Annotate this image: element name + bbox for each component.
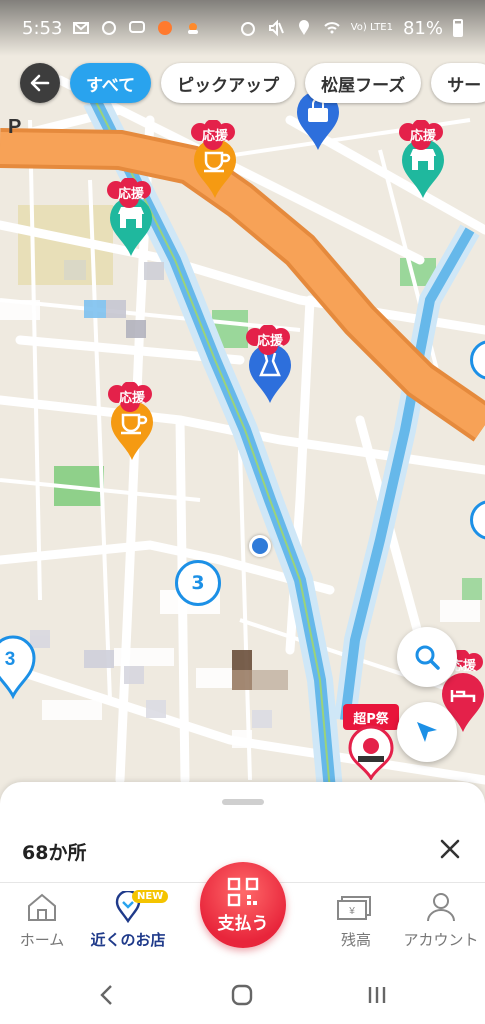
ouen-label: 応援	[201, 129, 228, 144]
search-fab[interactable]	[397, 627, 457, 687]
pay-label: 支払う	[217, 913, 269, 934]
account-icon	[427, 893, 455, 922]
close-icon	[440, 839, 460, 859]
sheet-drag-handle[interactable]	[222, 799, 264, 805]
qr-code-icon	[227, 877, 259, 906]
ouen-label: 応援	[409, 129, 436, 144]
filter-chip-matsuya[interactable]: 松屋フーズ	[305, 63, 422, 103]
status-right: Vo) LTE1 81%	[239, 18, 463, 39]
tab-nearby[interactable]: NEW 近くのお店	[83, 890, 173, 961]
close-sheet-button[interactable]	[436, 835, 464, 863]
store-pin-cafe[interactable]: 応援	[107, 382, 157, 460]
navigation-arrow-icon	[417, 722, 437, 742]
store-pin-shop[interactable]: 応援	[398, 120, 448, 198]
current-location-dot	[249, 535, 271, 557]
new-badge: NEW	[132, 890, 169, 903]
system-home-button[interactable]	[227, 980, 257, 1010]
back-arrow-icon	[30, 74, 50, 92]
pay-button[interactable]: 支払う	[200, 862, 286, 948]
tab-balance[interactable]: ¥ 残高	[311, 891, 401, 961]
store-pin-shop[interactable]: 応援	[106, 178, 156, 256]
wifi-icon	[324, 22, 340, 34]
wallet-cash-icon: ¥	[337, 896, 371, 920]
tab-account[interactable]: アカウント	[396, 891, 485, 961]
mute-icon	[268, 19, 284, 37]
map-view[interactable]: P 応援 応援 応援 応援 応援 応援 3 3 超P祭	[0, 0, 485, 800]
home-icon	[28, 893, 56, 921]
search-icon	[415, 645, 440, 670]
svg-text:¥: ¥	[348, 906, 355, 917]
cluster-count: 3	[191, 572, 205, 594]
status-left: 5:53	[22, 18, 202, 39]
store-pin-promo[interactable]	[346, 724, 396, 780]
battery-percent: 81%	[402, 17, 443, 39]
store-pin-cafe[interactable]: 応援	[190, 120, 240, 198]
ouen-label: 応援	[256, 334, 283, 349]
home-square-icon	[231, 984, 253, 1006]
filter-chip-all[interactable]: すべて	[70, 63, 152, 103]
system-recents-button[interactable]	[362, 980, 392, 1010]
system-back-button[interactable]	[92, 980, 122, 1010]
svg-text:P: P	[8, 116, 21, 138]
store-pin-dress[interactable]: 応援	[245, 325, 295, 403]
filter-chip-row: すべて ピックアップ 松屋フーズ サー	[20, 62, 485, 104]
cluster-marker[interactable]: 3	[175, 560, 221, 606]
alarm-icon	[240, 22, 255, 36]
tab-balance-label: 残高	[340, 931, 371, 949]
app-notification-icon	[158, 21, 173, 35]
ouen-label: 応援	[117, 187, 144, 202]
location-status-icon	[298, 20, 309, 35]
my-location-fab[interactable]	[397, 702, 457, 762]
cluster-pin-left[interactable]: 3	[0, 630, 36, 700]
back-button[interactable]	[20, 63, 60, 103]
system-navigation-bar	[0, 964, 485, 1024]
filter-chip-pickup[interactable]: ピックアップ	[161, 63, 296, 103]
results-count: 68か所	[22, 842, 87, 864]
weather-icon	[188, 23, 199, 34]
gmail-icon	[73, 22, 90, 34]
network-label: Vo) LTE1	[350, 22, 393, 33]
sync-icon	[102, 21, 117, 35]
chevron-left-icon	[100, 985, 112, 1005]
tab-home[interactable]: ホーム	[0, 891, 87, 961]
chat-icon	[129, 21, 146, 33]
status-bar: 5:53 Vo) LTE1 81%	[0, 0, 485, 56]
tab-home-label: ホーム	[19, 931, 65, 949]
battery-icon	[453, 19, 463, 37]
recents-icon	[368, 987, 386, 1003]
ouen-label: 応援	[118, 391, 145, 406]
tab-nearby-label: 近くのお店	[90, 931, 166, 949]
cluster-count: 3	[5, 649, 16, 670]
status-time: 5:53	[22, 17, 63, 39]
tab-account-label: アカウント	[403, 931, 479, 949]
filter-chip-more[interactable]: サー	[431, 63, 485, 103]
